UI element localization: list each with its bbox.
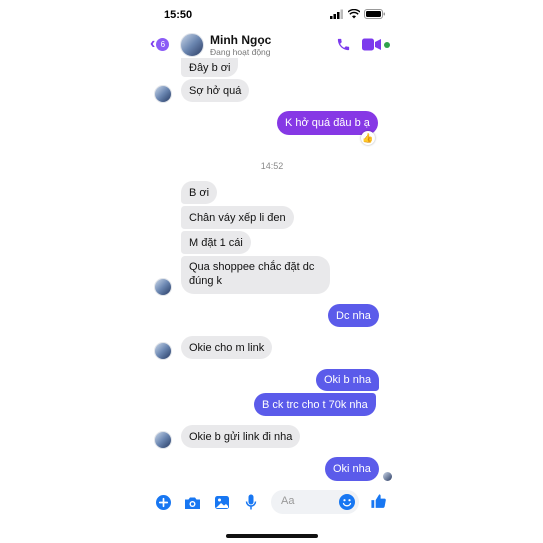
message-bubble[interactable]: Đây b ơi [181,58,239,77]
camera-icon[interactable] [184,496,201,515]
message-bubble[interactable]: Chân váy xếp li đen [181,206,294,229]
status-time: 15:50 [164,9,193,21]
contact-avatar[interactable] [180,33,204,57]
contact-message-avatar [154,342,172,360]
phone-screen: 15:50 ‹ 6 Minh Ngọc Đang hoạt động Đây b… [146,0,398,543]
message-bubble[interactable]: M đặt 1 cái [181,231,251,254]
message-bubble[interactable]: Oki b nha [316,369,380,391]
chat-header: ‹ 6 Minh Ngọc Đang hoạt động [146,30,398,60]
home-indicator [226,534,318,538]
message-composer: Aa [146,488,398,516]
message-timestamp: 14:52 [260,161,284,171]
contact-status: Đang hoạt động [210,47,271,57]
microphone-icon[interactable] [245,494,257,516]
status-icons [330,8,386,20]
video-camera-icon[interactable] [362,38,381,56]
plus-icon[interactable] [156,495,171,515]
signal-icon [330,6,344,24]
back-button[interactable]: ‹ 6 [150,35,170,52]
contact-message-avatar [154,278,172,296]
message-bubble[interactable]: B ơi [181,181,218,204]
message-bubble[interactable]: K hở quá đâu b ạ [277,111,378,135]
online-indicator [384,42,390,48]
message-bubble[interactable]: Okie b gửi link đi nha [181,425,301,448]
phone-icon[interactable] [336,37,351,57]
status-bar: 15:50 [146,0,398,30]
message-bubble[interactable]: Oki nha [325,457,379,481]
contact-message-avatar [154,431,172,449]
message-bubble[interactable]: Qua shoppee chắc đặt dc đúng k [181,256,330,294]
battery-icon [364,6,386,24]
like-icon[interactable] [370,493,387,515]
message-bubble[interactable]: Dc nha [328,304,379,327]
message-input[interactable]: Aa [271,490,359,514]
wifi-icon [347,6,361,24]
contact-message-avatar [154,85,172,103]
message-bubble[interactable]: Okie cho m link [181,336,273,359]
emoji-icon[interactable] [339,494,355,515]
message-bubble[interactable]: B ck trc cho t 70k nha [254,393,376,416]
message-input-placeholder: Aa [281,495,295,507]
back-chevron-icon: ‹ [150,35,156,52]
like-icon[interactable]: 👍 [361,131,375,145]
contact-name[interactable]: Minh Ngọc [210,33,271,47]
message-bubble[interactable]: Sợ hở quá [181,79,250,102]
seen-avatar [383,472,392,481]
image-icon[interactable] [214,495,230,515]
unread-badge: 6 [156,37,170,51]
